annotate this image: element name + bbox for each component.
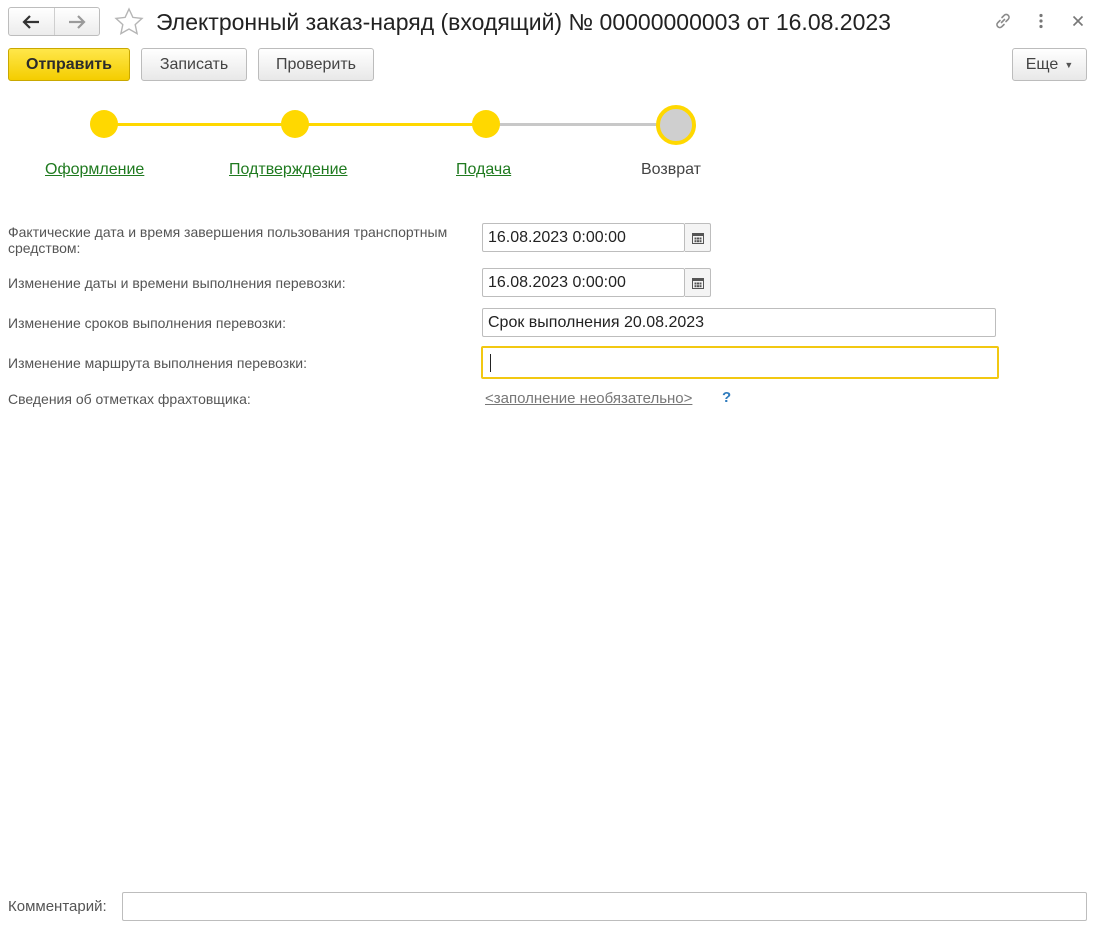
step-marker-1 [90, 110, 118, 138]
favorite-star-icon[interactable] [114, 7, 144, 37]
arrow-right-icon [68, 14, 86, 29]
help-icon[interactable]: ? [722, 389, 731, 406]
forward-button[interactable] [53, 8, 100, 35]
step-link-submission[interactable]: Подача [456, 161, 511, 179]
change-route-label: Изменение маршрута выполнения перевозки: [8, 355, 307, 371]
text-cursor [490, 353, 491, 372]
change-datetime-calendar-button[interactable] [685, 268, 711, 297]
navigation-buttons [8, 7, 100, 36]
step-marker-3 [472, 110, 500, 138]
charterer-notes-label: Сведения об отметках фрахтовщика: [8, 391, 251, 407]
calendar-icon [691, 277, 704, 289]
change-terms-label: Изменение сроков выполнения перевозки: [8, 315, 286, 331]
check-button[interactable]: Проверить [258, 48, 374, 81]
step-link-confirmation[interactable]: Подтверждение [229, 161, 347, 179]
comment-input[interactable] [122, 892, 1087, 921]
back-button[interactable] [9, 8, 54, 35]
send-button[interactable]: Отправить [8, 48, 130, 81]
actual-end-calendar-button[interactable] [685, 223, 711, 252]
step-current-return: Возврат [641, 161, 701, 178]
charterer-notes-link[interactable]: <заполнение необязательно> [485, 390, 692, 407]
step-marker-2 [281, 110, 309, 138]
change-terms-input[interactable]: Срок выполнения 20.08.2023 [482, 308, 996, 337]
comment-label: Комментарий: [8, 898, 107, 915]
page-title: Электронный заказ-наряд (входящий) № 000… [156, 9, 891, 35]
more-button-label: Еще [1025, 55, 1059, 73]
calendar-icon [691, 232, 704, 244]
chevron-down-icon: ▼ [1064, 59, 1074, 70]
more-vertical-icon[interactable] [1029, 9, 1053, 33]
change-route-input[interactable] [481, 346, 999, 379]
save-button[interactable]: Записать [141, 48, 247, 81]
link-icon[interactable] [991, 9, 1015, 33]
change-datetime-label: Изменение даты и времени выполнения пере… [8, 275, 346, 291]
close-icon[interactable] [1066, 9, 1090, 33]
step-link-registration[interactable]: Оформление [45, 161, 144, 179]
more-button[interactable]: Еще ▼ [1012, 48, 1087, 81]
arrow-left-icon [22, 14, 40, 29]
change-datetime-input[interactable]: 16.08.2023 0:00:00 [482, 268, 685, 297]
actual-end-label: Фактические дата и время завершения поль… [8, 224, 448, 256]
step-marker-current [656, 105, 696, 145]
progress-track-pending [486, 123, 676, 126]
actual-end-datetime-input[interactable]: 16.08.2023 0:00:00 [482, 223, 685, 252]
